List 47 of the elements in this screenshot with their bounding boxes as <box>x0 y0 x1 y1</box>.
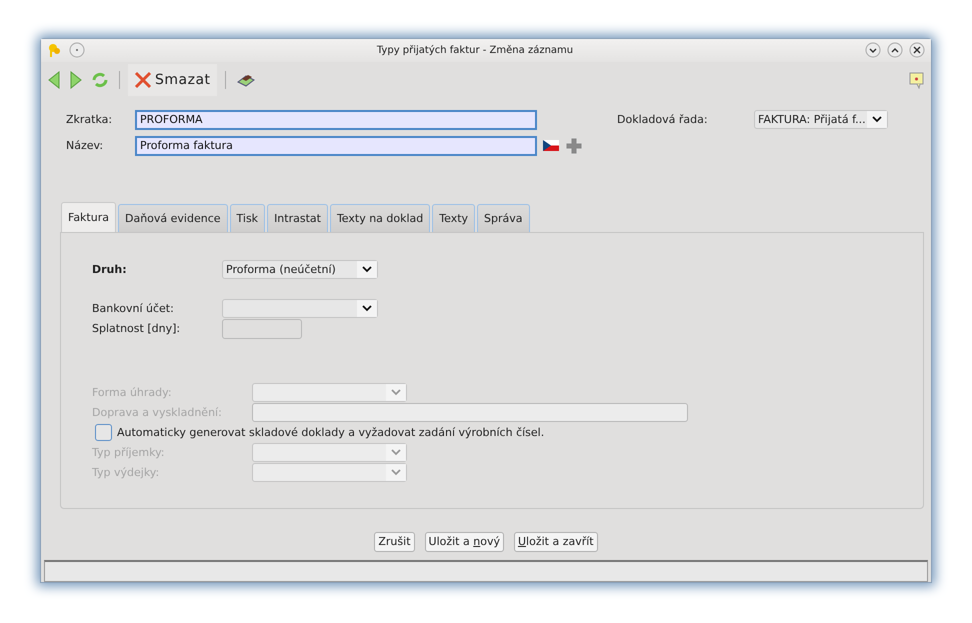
dropdown[interactable]: Proforma (neúčetní) <box>222 260 378 280</box>
close-icon[interactable] <box>909 42 925 58</box>
tab[interactable]: Intrastat <box>267 204 328 232</box>
checkbox-label: Automaticky generovat skladové doklady a vyžadovat zadání výrobních čísel. <box>117 426 544 440</box>
field-label: Bankovní účet: <box>92 302 175 316</box>
tab[interactable]: Texty na doklad <box>330 204 430 232</box>
field-label: Typ výdejky: <box>92 466 160 480</box>
menu-icon[interactable] <box>69 42 85 58</box>
field-label: Forma úhrady: <box>92 386 173 400</box>
caret-icon <box>386 464 406 482</box>
checkbox[interactable] <box>95 424 112 442</box>
caret-icon <box>357 261 377 278</box>
field-label: Druh: <box>92 263 128 276</box>
field-label: Zkratka: <box>66 113 114 126</box>
tab[interactable]: Tisk <box>230 204 266 232</box>
window-title: Typy přijatých faktur - Změna záznamu <box>376 44 574 56</box>
field-label: Název: <box>66 139 104 152</box>
tab[interactable]: Texty <box>432 204 476 232</box>
dropdown[interactable] <box>222 299 378 318</box>
minimize-icon[interactable] <box>865 42 881 58</box>
field-label: Dokladová řada: <box>617 113 709 126</box>
field-label: Splatnost [dny]: <box>92 322 182 336</box>
dialog-button[interactable]: Uložit a nový <box>424 532 504 552</box>
tab[interactable]: Faktura <box>61 202 116 232</box>
caret-icon <box>867 111 887 128</box>
maximize-icon[interactable] <box>887 42 903 58</box>
dropdown[interactable] <box>252 463 407 482</box>
field-label: Typ příjemky: <box>92 446 166 460</box>
field-label: Doprava a vyskladnění: <box>92 406 223 420</box>
input-field[interactable]: PROFORMA <box>135 110 537 130</box>
caret-icon <box>386 384 406 402</box>
input-field[interactable] <box>222 318 302 339</box>
dropdown[interactable] <box>252 443 407 462</box>
caret-icon <box>357 300 377 318</box>
flag-icon[interactable] <box>543 140 559 152</box>
input-field[interactable]: Proforma faktura <box>135 136 537 156</box>
delete-button[interactable]: Smazat <box>128 64 217 96</box>
add-icon[interactable] <box>565 136 583 155</box>
tab[interactable]: Správa <box>477 204 530 232</box>
caret-icon <box>386 444 406 462</box>
delete-icon <box>134 70 152 89</box>
tab[interactable]: Daňová evidence <box>118 204 228 232</box>
dropdown[interactable]: FAKTURA: Přijatá f... <box>754 110 888 130</box>
dialog-button[interactable]: Uložit a zavřít <box>514 532 598 552</box>
dropdown[interactable] <box>252 383 407 402</box>
input-field[interactable] <box>252 403 688 422</box>
dialog-button[interactable]: Zrušit <box>374 532 415 552</box>
